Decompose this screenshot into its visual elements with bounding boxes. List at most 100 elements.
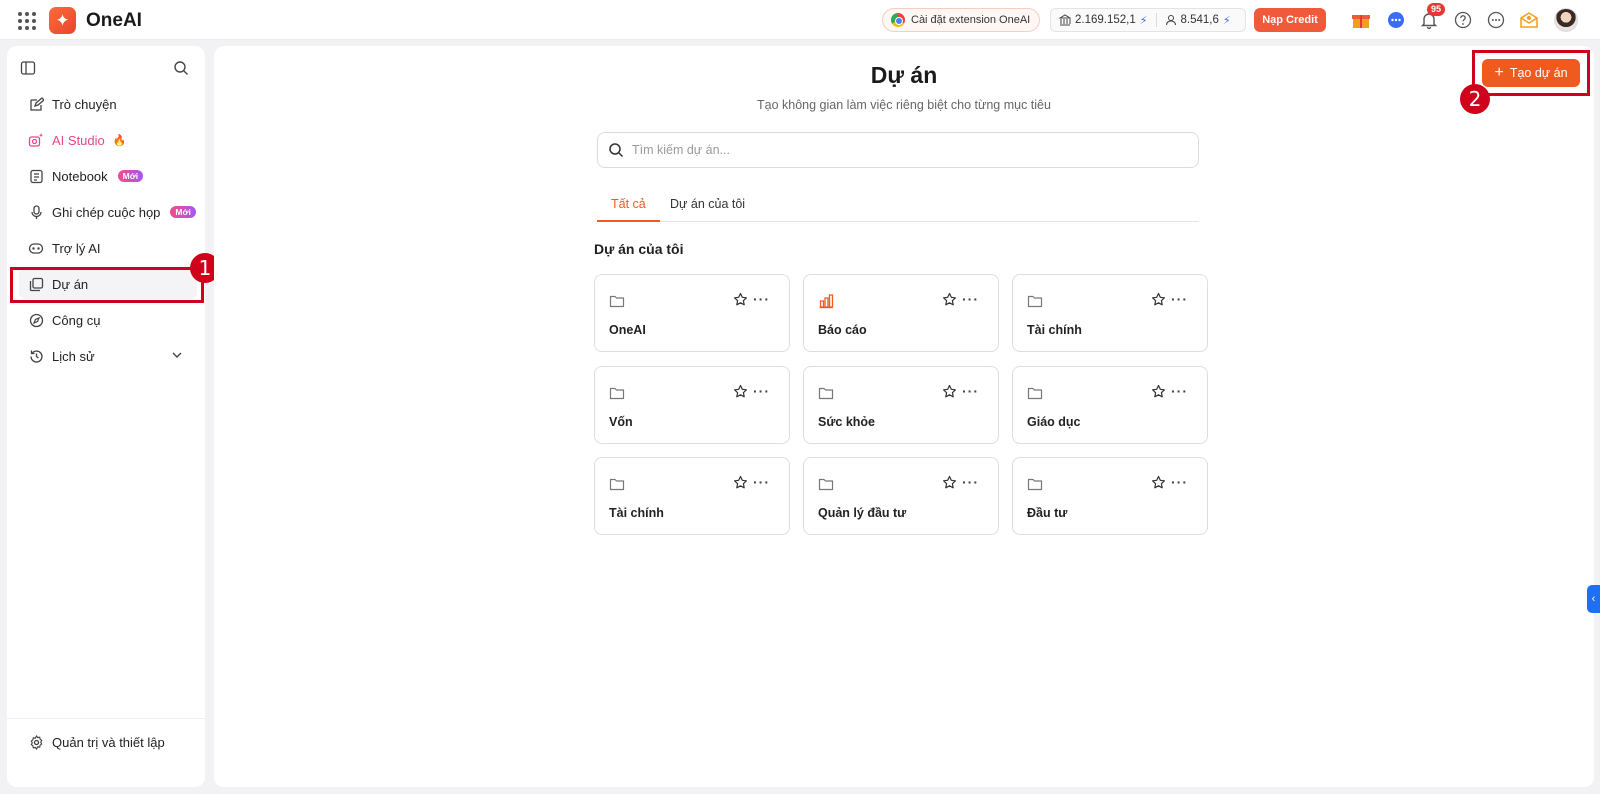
sidebar-item-admin-settings[interactable]: Quản trị và thiết lập bbox=[19, 727, 197, 757]
project-name: Đầu tư bbox=[1027, 506, 1068, 520]
sidebar-item-label: AI Studio bbox=[52, 132, 105, 148]
tab-all[interactable]: Tất cả bbox=[597, 192, 660, 222]
search-input[interactable] bbox=[632, 143, 1172, 157]
sidebar: Trò chuyện AI Studio 🔥 Notebook Mới Ghi … bbox=[7, 46, 205, 787]
more-options-icon[interactable]: ··· bbox=[1171, 291, 1188, 307]
more-options-icon[interactable]: ··· bbox=[962, 291, 979, 307]
project-card[interactable]: ··· Sức khỏe bbox=[803, 366, 999, 444]
mail-reward-icon[interactable] bbox=[1518, 9, 1540, 31]
sidebar-item-label: Ghi chép cuộc họp bbox=[52, 204, 161, 220]
more-options-icon[interactable]: ··· bbox=[962, 474, 979, 490]
avatar[interactable] bbox=[1554, 8, 1578, 32]
fire-icon: 🔥 bbox=[112, 134, 127, 147]
star-icon[interactable] bbox=[733, 384, 748, 402]
chevron-down-icon[interactable] bbox=[171, 349, 183, 364]
microphone-icon bbox=[28, 204, 44, 220]
extension-label: Cài đặt extension OneAI bbox=[911, 14, 1031, 26]
sidebar-item-label: Công cụ bbox=[52, 312, 101, 328]
project-card[interactable]: ··· OneAI bbox=[594, 274, 790, 352]
search-icon[interactable] bbox=[173, 60, 189, 79]
search-icon bbox=[609, 143, 624, 158]
credits-value: 2.169.152,1 bbox=[1075, 14, 1136, 26]
sidebar-item-label: Notebook bbox=[52, 168, 108, 184]
topup-credit-button[interactable]: Nạp Credit bbox=[1254, 8, 1326, 32]
collapse-panel-icon[interactable]: ‹ bbox=[1587, 585, 1600, 613]
project-card[interactable]: ··· Quản lý đầu tư bbox=[803, 457, 999, 535]
more-options-icon[interactable]: ··· bbox=[753, 474, 770, 490]
main-content: Dự án Tạo không gian làm việc riêng biệt… bbox=[214, 46, 1594, 787]
more-options-icon[interactable]: ··· bbox=[753, 383, 770, 399]
help-icon[interactable] bbox=[1452, 9, 1474, 31]
sidebar-item-ai-assistant[interactable]: Trợ lý AI bbox=[19, 233, 197, 263]
star-icon[interactable] bbox=[942, 384, 957, 402]
settings-icon bbox=[28, 734, 44, 750]
edit-icon bbox=[28, 96, 44, 112]
sidebar-item-history[interactable]: Lịch sử bbox=[19, 341, 197, 371]
credit-balance[interactable]: 2.169.152,1 ⚡ 8.541,6 ⚡ bbox=[1050, 8, 1246, 32]
logo-icon: ✦ bbox=[49, 7, 76, 34]
project-name: Tài chính bbox=[1027, 323, 1082, 337]
tab-my-projects[interactable]: Dự án của tôi bbox=[656, 192, 759, 222]
project-card[interactable]: ··· Vốn bbox=[594, 366, 790, 444]
bolt-icon: ⚡ bbox=[1222, 14, 1231, 27]
annotation-box-create bbox=[1472, 50, 1590, 96]
sidebar-item-notebook[interactable]: Notebook Mới bbox=[19, 161, 197, 191]
sidebar-item-label: Lịch sử bbox=[52, 348, 95, 364]
annotation-number: 2 bbox=[1460, 84, 1490, 114]
history-icon bbox=[28, 348, 44, 364]
section-title: Dự án của tôi bbox=[594, 241, 684, 257]
notebook-icon bbox=[28, 168, 44, 184]
project-card[interactable]: ··· Đầu tư bbox=[1012, 457, 1208, 535]
star-icon[interactable] bbox=[942, 292, 957, 310]
star-icon[interactable] bbox=[942, 475, 957, 493]
chrome-icon bbox=[891, 13, 905, 27]
star-icon[interactable] bbox=[1151, 475, 1166, 493]
project-card[interactable]: ··· Giáo dục bbox=[1012, 366, 1208, 444]
more-options-icon[interactable]: ··· bbox=[753, 291, 770, 307]
folder-icon bbox=[818, 385, 834, 404]
more-options-icon[interactable] bbox=[1485, 9, 1507, 31]
sidebar-item-label: Trợ lý AI bbox=[52, 240, 101, 256]
project-search[interactable] bbox=[597, 132, 1199, 168]
sidebar-item-chat[interactable]: Trò chuyện bbox=[19, 89, 197, 119]
folder-icon bbox=[609, 293, 625, 312]
project-card[interactable]: ··· Tài chính bbox=[1012, 274, 1208, 352]
robot-icon bbox=[28, 240, 44, 256]
folder-icon bbox=[609, 476, 625, 495]
project-card[interactable]: ··· Báo cáo bbox=[803, 274, 999, 352]
project-name: OneAI bbox=[609, 323, 646, 337]
sidebar-item-tools[interactable]: Công cụ bbox=[19, 305, 197, 335]
page-subtitle: Tạo không gian làm việc riêng biệt cho t… bbox=[757, 98, 1051, 112]
folder-icon bbox=[818, 476, 834, 495]
project-card[interactable]: ··· Tài chính bbox=[594, 457, 790, 535]
bank-icon bbox=[1059, 14, 1071, 26]
chat-icon[interactable] bbox=[1385, 9, 1407, 31]
star-icon[interactable] bbox=[733, 292, 748, 310]
more-options-icon[interactable]: ··· bbox=[1171, 383, 1188, 399]
project-name: Báo cáo bbox=[818, 323, 867, 337]
more-options-icon[interactable]: ··· bbox=[962, 383, 979, 399]
sidebar-toggle-icon[interactable] bbox=[20, 60, 36, 79]
sidebar-item-meeting-notes[interactable]: Ghi chép cuộc họp Mới bbox=[19, 197, 197, 227]
star-icon[interactable] bbox=[733, 475, 748, 493]
annotation-box-projects bbox=[10, 267, 204, 303]
folder-icon bbox=[1027, 385, 1043, 404]
project-name: Vốn bbox=[609, 415, 633, 429]
tab-bar: Tất cả Dự án của tôi bbox=[597, 192, 1199, 222]
top-bar: ✦ OneAI Cài đặt extension OneAI 2.169.15… bbox=[0, 0, 1600, 40]
star-icon[interactable] bbox=[1151, 292, 1166, 310]
sidebar-item-label: Trò chuyện bbox=[52, 96, 117, 112]
personal-value: 8.541,6 bbox=[1180, 14, 1219, 26]
sidebar-item-ai-studio[interactable]: AI Studio 🔥 bbox=[19, 125, 197, 155]
more-options-icon[interactable]: ··· bbox=[1171, 474, 1188, 490]
apps-grid-icon[interactable] bbox=[16, 10, 36, 30]
notification-badge: 95 bbox=[1427, 3, 1446, 16]
gift-icon[interactable] bbox=[1350, 9, 1372, 31]
project-name: Giáo dục bbox=[1027, 415, 1081, 429]
install-extension-button[interactable]: Cài đặt extension OneAI bbox=[882, 8, 1040, 32]
user-icon bbox=[1165, 15, 1176, 26]
project-name: Sức khỏe bbox=[818, 415, 875, 429]
divider bbox=[7, 718, 205, 719]
star-icon[interactable] bbox=[1151, 384, 1166, 402]
chart-icon bbox=[818, 293, 834, 312]
